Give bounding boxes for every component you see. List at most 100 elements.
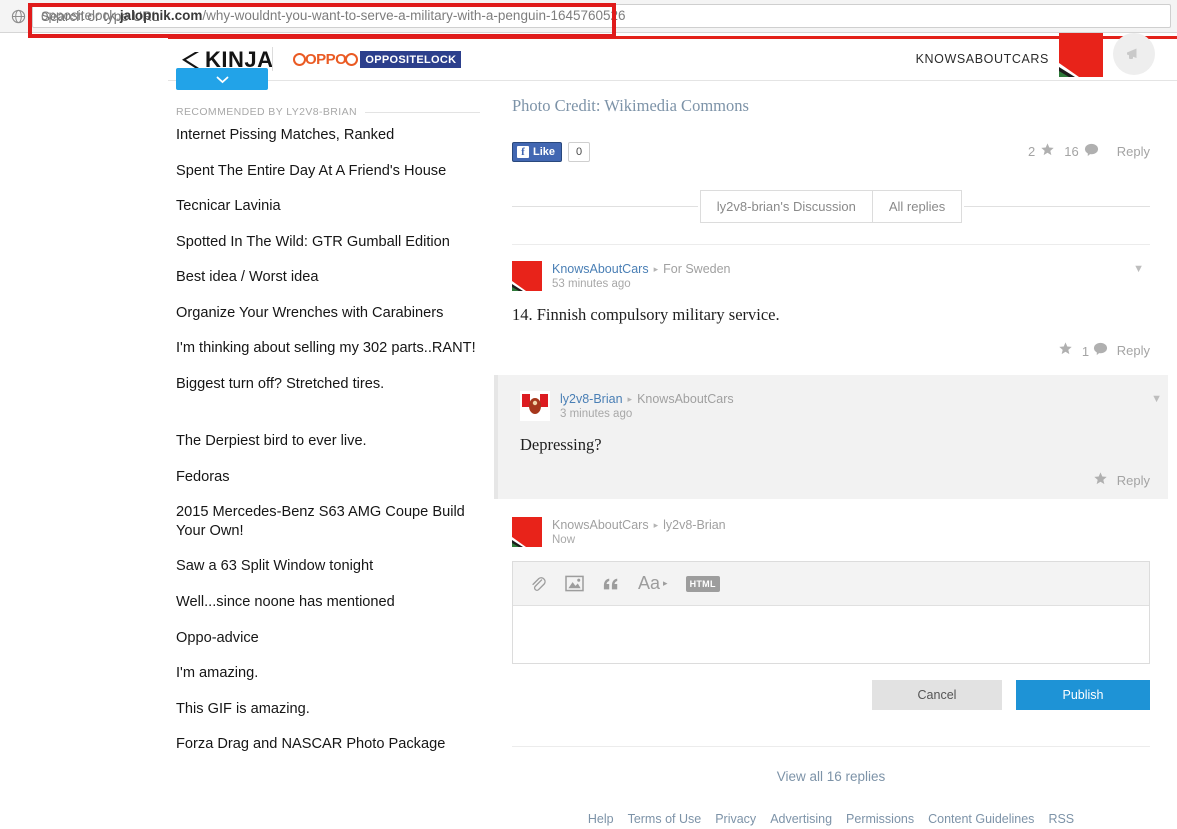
comment-count: 1 xyxy=(1081,343,1090,359)
globe-icon xyxy=(4,5,32,27)
comment-count: 16 xyxy=(1064,143,1079,159)
view-all-replies-link[interactable]: View all 16 replies xyxy=(512,769,1150,784)
star-icon[interactable] xyxy=(1058,341,1073,359)
list-item[interactable]: Tecnicar Lavinia xyxy=(176,197,488,215)
comment-metric[interactable]: 16 xyxy=(1064,143,1098,160)
oppo-ring-2 xyxy=(345,53,359,66)
comment-meta: ly2v8-Brian ▸ KnowsAboutCars 3 minutes a… xyxy=(560,391,734,420)
comment-timestamp: 3 minutes ago xyxy=(560,408,633,420)
footer-link-rss[interactable]: RSS xyxy=(1048,812,1074,826)
comment-author[interactable]: KnowsAboutCars xyxy=(552,262,649,276)
speech-bubble-icon xyxy=(1093,342,1108,359)
footer-link-content-guidelines[interactable]: Content Guidelines xyxy=(928,812,1034,826)
list-item[interactable]: This GIF is amazing. xyxy=(176,700,488,718)
comment-meta: KnowsAboutCars ▸ For Sweden 53 minutes a… xyxy=(552,261,731,290)
list-item[interactable]: Spent The Entire Day At A Friend's House xyxy=(176,162,488,180)
image-icon[interactable] xyxy=(565,575,584,592)
list-item[interactable]: The Derpiest bird to ever live. xyxy=(176,432,488,450)
composer-buttons: Cancel Publish xyxy=(512,680,1150,710)
facebook-like-button[interactable]: f Like xyxy=(512,142,563,162)
blog-badge[interactable]: OPPO OPPOSITELOCK xyxy=(293,50,462,69)
list-item[interactable]: Organize Your Wrenches with Carabiners xyxy=(176,304,488,322)
text-format-label: Aa xyxy=(638,573,661,593)
url-input[interactable] xyxy=(32,4,1171,28)
footer-link-privacy[interactable]: Privacy xyxy=(715,812,756,826)
discussion-tabs-row: ly2v8-brian's Discussion All replies xyxy=(512,188,1150,224)
list-item[interactable]: Saw a 63 Split Window tonight xyxy=(176,557,488,575)
avatar[interactable] xyxy=(512,261,542,291)
arrow-right-icon: ▸ xyxy=(627,393,633,404)
tab-all-replies[interactable]: All replies xyxy=(871,190,962,222)
footer-links: Help Terms of Use Privacy Advertising Pe… xyxy=(512,812,1150,826)
megaphone-icon[interactable] xyxy=(1113,33,1155,75)
site-header: KINJA OPPO OPPOSITELOCK KNOWSABOUTCARS xyxy=(168,39,1177,81)
avatar[interactable] xyxy=(520,391,550,421)
social-row: f Like 0 2 16 Reply xyxy=(512,142,1150,164)
composer-input[interactable] xyxy=(513,606,1149,658)
photo-credit-text[interactable]: Photo Credit: Wikimedia Commons xyxy=(512,96,1150,116)
attachment-icon[interactable] xyxy=(529,575,547,593)
comment-body: 14. Finnish compulsory military service. xyxy=(512,305,780,324)
url-field-wrapper[interactable]: oppositelock.jalopnik.com/why-wouldnt-yo… xyxy=(32,4,1171,28)
comment-metric[interactable]: 1 xyxy=(1082,342,1108,359)
speech-bubble-icon xyxy=(1084,143,1099,160)
comment-byline: ly2v8-Brian ▸ KnowsAboutCars xyxy=(560,392,734,406)
recommended-label: RECOMMENDED BY LY2V8-BRIAN xyxy=(176,106,357,118)
comment-composer: KnowsAboutCars ▸ ly2v8-Brian Now Aa ▸ HT… xyxy=(512,499,1150,720)
cancel-button[interactable]: Cancel xyxy=(872,680,1002,710)
oppo-mark-icon: OPPO xyxy=(293,51,359,68)
html-icon[interactable]: HTML xyxy=(685,575,720,592)
list-item[interactable]: Biggest turn off? Stretched tires. xyxy=(176,375,488,393)
facebook-icon: f xyxy=(517,146,529,158)
expand-recommendations-button[interactable] xyxy=(176,68,268,90)
footer-link-help[interactable]: Help xyxy=(588,812,614,826)
footer-link-terms[interactable]: Terms of Use xyxy=(628,812,702,826)
publish-button[interactable]: Publish xyxy=(1016,680,1150,710)
list-item[interactable]: Well...since noone has mentioned xyxy=(176,593,488,611)
footer-link-permissions[interactable]: Permissions xyxy=(846,812,914,826)
avatar[interactable] xyxy=(1059,33,1103,77)
list-item[interactable]: Forza Drag and NASCAR Photo Package xyxy=(176,735,488,753)
quote-icon[interactable] xyxy=(602,576,620,592)
view-all-rule xyxy=(512,746,1150,747)
arrow-right-icon: ▸ xyxy=(653,263,659,274)
kinja-mark-icon xyxy=(182,50,201,70)
comment-reply: ▼ ly2v8-Brian ▸ KnowsAboutCars 3 minutes… xyxy=(494,375,1168,499)
chevron-down-icon[interactable]: ▼ xyxy=(1151,393,1162,405)
composer-meta: KnowsAboutCars ▸ ly2v8-Brian Now xyxy=(552,517,726,546)
comment-timestamp: 53 minutes ago xyxy=(552,278,631,290)
comment-target[interactable]: KnowsAboutCars xyxy=(637,392,734,406)
chevron-down-icon xyxy=(216,72,229,87)
discussion-tabs: ly2v8-brian's Discussion All replies xyxy=(699,189,963,223)
comment-byline: KnowsAboutCars ▸ For Sweden xyxy=(552,262,731,276)
tab-discussion[interactable]: ly2v8-brian's Discussion xyxy=(700,190,872,222)
comment-body: Depressing? xyxy=(520,435,602,454)
list-item[interactable]: Best idea / Worst idea xyxy=(176,268,488,286)
list-item[interactable]: I'm amazing. xyxy=(176,664,488,682)
list-item[interactable]: Internet Pissing Matches, Ranked xyxy=(176,126,488,144)
tabs-rule-left xyxy=(512,206,698,207)
composer-toolbar: Aa ▸ HTML xyxy=(513,562,1149,606)
reply-link[interactable]: Reply xyxy=(1117,144,1150,159)
composer-author: KnowsAboutCars xyxy=(552,518,649,532)
list-item[interactable]: Spotted In The Wild: GTR Gumball Edition xyxy=(176,233,488,251)
comment-root: ▼ KnowsAboutCars ▸ For Sweden 53 minutes… xyxy=(512,244,1150,369)
avatar[interactable] xyxy=(512,517,542,547)
list-item[interactable]: Oppo-advice xyxy=(176,629,488,647)
comment-target[interactable]: For Sweden xyxy=(663,262,730,276)
list-item[interactable]: I'm thinking about selling my 302 parts.… xyxy=(176,339,488,357)
star-metric[interactable]: 2 xyxy=(1028,142,1055,160)
star-icon xyxy=(1040,142,1055,160)
composer-box: Aa ▸ HTML xyxy=(512,561,1150,664)
comment-author[interactable]: ly2v8-Brian xyxy=(560,392,623,406)
oppo-letters: OPPO xyxy=(305,51,347,68)
chevron-down-icon[interactable]: ▼ xyxy=(1133,263,1144,275)
user-name-label[interactable]: KNOWSABOUTCARS xyxy=(916,52,1049,66)
list-item[interactable]: 2015 Mercedes-Benz S63 AMG Coupe Build Y… xyxy=(176,503,488,540)
footer-link-advertising[interactable]: Advertising xyxy=(770,812,832,826)
text-format-icon[interactable]: Aa ▸ xyxy=(638,573,668,594)
reply-link[interactable]: Reply xyxy=(1117,343,1150,358)
reply-link[interactable]: Reply xyxy=(1117,473,1150,488)
list-item[interactable]: Fedoras xyxy=(176,468,488,486)
star-icon[interactable] xyxy=(1093,471,1108,489)
